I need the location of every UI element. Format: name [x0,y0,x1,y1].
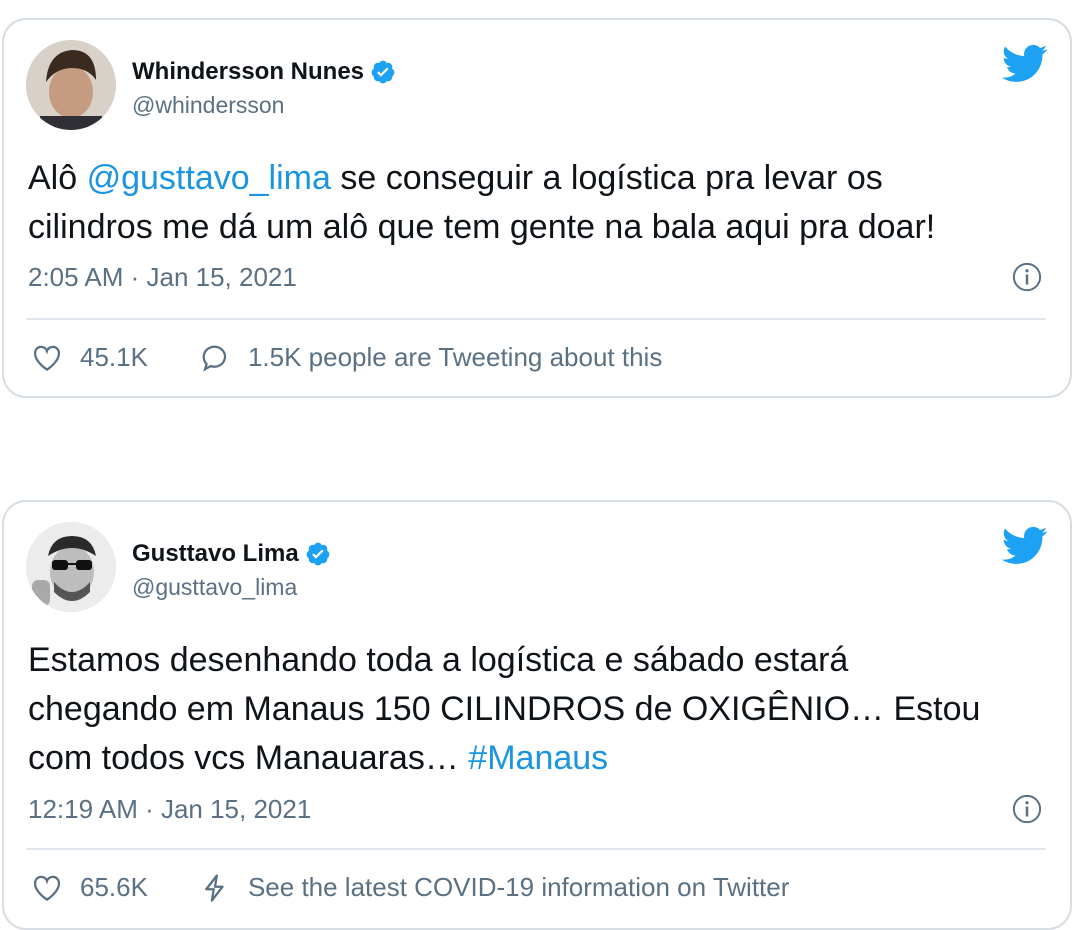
lightning-icon [205,873,224,902]
verified-badge-icon [371,60,395,84]
author-name[interactable]: Whindersson Nunes [132,58,364,86]
like-button[interactable]: 45.1K [32,342,148,373]
tweet-timestamp[interactable]: 2:05 AM · Jan 15, 2021 [28,262,297,293]
like-count: 65.6K [80,872,148,902]
heart-icon [33,875,61,901]
info-icon[interactable] [1012,262,1042,292]
tweet-text: Alô @gusttavo_lima se conseguir a logíst… [28,159,936,246]
author-name[interactable]: Gusttavo Lima [132,540,299,568]
divider [26,318,1046,320]
tweet-card[interactable]: Whindersson Nunes @whindersson Alô @gust… [2,18,1072,398]
info-icon[interactable] [1012,794,1042,824]
tweet-actions: 45.1K 1.5K people are Tweeting about thi… [32,342,662,373]
divider [26,848,1046,850]
tweeting-about-link[interactable]: 1.5K people are Tweeting about this [200,342,662,373]
tweeting-about-text: 1.5K people are Tweeting about this [247,342,663,372]
twitter-bird-icon[interactable] [1002,526,1048,566]
tweet-actions: 65.6K See the latest COVID-19 informatio… [32,872,789,903]
like-count: 45.1K [80,342,148,372]
tweet-text: Estamos desenhando toda a logística e sá… [28,641,981,777]
mention-link[interactable]: @gusttavo_lima [87,159,331,197]
tweet-card[interactable]: Gusttavo Lima @gusttavo_lima Estamos des… [2,500,1072,930]
avatar[interactable] [26,522,116,612]
author-handle[interactable]: @gusttavo_lima [132,574,297,601]
covid-info-link[interactable]: See the latest COVID-19 information on T… [200,872,789,903]
like-button[interactable]: 65.6K [32,872,148,903]
hashtag-link[interactable]: #Manaus [468,739,608,777]
avatar[interactable] [26,40,116,130]
heart-icon [33,345,61,371]
verified-badge-icon [306,542,330,566]
twitter-bird-icon[interactable] [1002,44,1048,84]
tweet-timestamp[interactable]: 12:19 AM · Jan 15, 2021 [28,794,311,825]
covid-info-text: See the latest COVID-19 information on T… [247,872,790,902]
author-handle[interactable]: @whindersson [132,92,284,119]
reply-bubble-icon [202,345,227,372]
